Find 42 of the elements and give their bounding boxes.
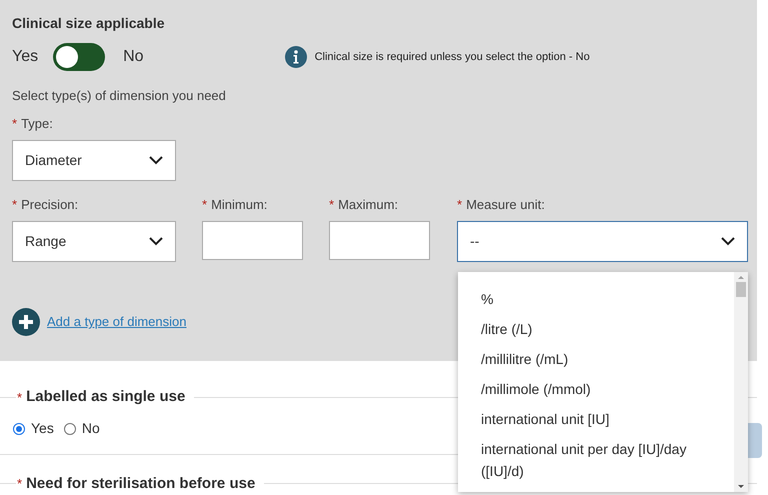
instruction-text: Select type(s) of dimension you need — [12, 87, 227, 102]
info-text: Clinical size is required unless you select the option - No — [314, 50, 590, 65]
field-label: Type: — [21, 115, 53, 130]
toggle-label: Yes — [12, 47, 38, 67]
plus-icon[interactable] — [12, 308, 40, 336]
field-label: Precision: — [21, 196, 78, 211]
required-mark: * — [202, 196, 208, 211]
field-label: Minimum: — [211, 196, 268, 211]
required-mark: * — [457, 196, 462, 211]
input-field[interactable] — [202, 221, 303, 260]
dropdown-option[interactable]: international unit per day [IU]/day ([IU]/d) — [481, 434, 734, 486]
dropdown-option[interactable]: /litre (/L) — [481, 314, 734, 344]
dropdown-option[interactable]: /millimole (/mmol) — [481, 374, 734, 404]
dropdown-option[interactable]: international unit [IU] — [481, 404, 734, 434]
radio-button[interactable] — [64, 422, 76, 434]
radio-label: No — [82, 419, 100, 438]
section-title: Labelled as single use — [26, 387, 186, 407]
radio-button[interactable] — [13, 422, 25, 434]
chevron-down-icon — [149, 237, 163, 246]
scrollbar-thumb[interactable] — [736, 282, 746, 297]
info-icon — [284, 46, 307, 68]
dropdown-option[interactable]: % — [481, 284, 734, 314]
radio-label: Yes — [31, 419, 54, 438]
chevron-down-icon — [149, 156, 163, 165]
section-title: Clinical size applicable — [12, 14, 166, 31]
required-mark: * — [12, 196, 18, 211]
dropdown-field[interactable]: Diameter — [12, 140, 176, 181]
required-mark: * — [12, 115, 18, 130]
required-mark: * — [329, 196, 334, 211]
field-label: Measure unit: — [466, 196, 545, 211]
field-label: Maximum: — [338, 196, 398, 211]
dropdown-field[interactable]: -- — [457, 221, 748, 262]
toggle-label: No — [123, 47, 144, 67]
section-title: Need for sterilisation before use — [26, 474, 256, 492]
toggle-switch[interactable] — [53, 43, 106, 71]
chevron-down-icon — [721, 237, 735, 246]
scrollbar[interactable] — [734, 272, 748, 492]
dropdown-field[interactable]: Range — [12, 221, 176, 262]
dropdown-option[interactable]: /millilitre (/mL) — [481, 344, 734, 374]
required-mark: * — [17, 388, 22, 406]
input-field[interactable] — [329, 221, 430, 260]
required-mark: * — [17, 474, 22, 492]
